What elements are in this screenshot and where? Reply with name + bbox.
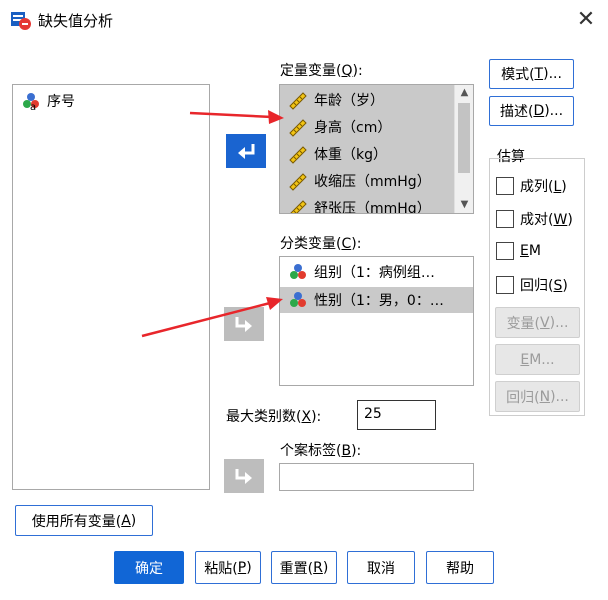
move-to-quant-button[interactable] bbox=[226, 134, 266, 168]
quant-vars-label: 定量变量(Q): bbox=[280, 63, 363, 79]
right-arrow-icon bbox=[235, 317, 252, 332]
move-to-case-labels-button[interactable] bbox=[224, 459, 264, 493]
source-variable-list[interactable]: a 序号 bbox=[12, 84, 210, 490]
max-categories-value: 25 bbox=[364, 406, 382, 422]
descriptives-button[interactable]: 描述(D)... bbox=[489, 96, 574, 126]
list-item[interactable]: 年龄（岁） bbox=[280, 87, 454, 113]
scroll-thumb[interactable] bbox=[458, 103, 470, 173]
paste-button[interactable]: 粘贴(P) bbox=[195, 551, 261, 584]
quant-variable-list[interactable]: 年龄（岁） 身高（cm） 体重（kg） 收缩压（mmHg） 舒张压（mmHg） … bbox=[279, 84, 474, 214]
scale-ruler-icon bbox=[289, 119, 307, 137]
reset-button[interactable]: 重置(R) bbox=[271, 551, 337, 584]
window-title: 缺失值分析 bbox=[38, 12, 114, 30]
help-button[interactable]: 帮助 bbox=[426, 551, 494, 584]
max-categories-label: 最大类别数(X): bbox=[226, 409, 322, 425]
em-checkbox[interactable] bbox=[496, 242, 514, 260]
variable-label: 性别（1：男，0：… bbox=[314, 293, 444, 309]
regression-settings-button[interactable]: 回归(N)... bbox=[495, 381, 580, 412]
regression-label: 回归(S) bbox=[520, 278, 568, 294]
variable-label: 身高（cm） bbox=[314, 120, 392, 136]
scroll-up-icon[interactable]: ▲ bbox=[455, 85, 473, 101]
patterns-button[interactable]: 模式(T)... bbox=[489, 59, 574, 89]
scale-ruler-icon bbox=[289, 173, 307, 191]
variable-label: 舒张压（mmHg） bbox=[314, 201, 431, 214]
right-arrow-icon bbox=[235, 469, 252, 484]
variable-label: 体重（kg） bbox=[314, 147, 387, 163]
listwise-checkbox[interactable] bbox=[496, 177, 514, 195]
nominal-variable-icon bbox=[290, 264, 306, 279]
list-item[interactable]: 组别（1：病例组… bbox=[280, 259, 473, 285]
categorical-variable-list[interactable]: 组别（1：病例组… 性别（1：男，0：… bbox=[279, 256, 474, 386]
ok-button[interactable]: 确定 bbox=[114, 551, 184, 584]
variable-label: 组别（1：病例组… bbox=[314, 265, 435, 281]
list-item[interactable]: 身高（cm） bbox=[280, 114, 454, 140]
scale-ruler-icon bbox=[289, 146, 307, 164]
max-categories-input[interactable]: 25 bbox=[357, 400, 436, 430]
pairwise-label: 成对(W) bbox=[520, 212, 573, 228]
em-option[interactable]: EM bbox=[496, 242, 541, 260]
case-labels-field[interactable] bbox=[279, 463, 474, 491]
pairwise-option[interactable]: 成对(W) bbox=[496, 209, 573, 229]
scale-ruler-icon bbox=[289, 92, 307, 110]
list-item[interactable]: 舒张压（mmHg） bbox=[280, 195, 454, 214]
em-label: EM bbox=[520, 243, 541, 259]
svg-text:a: a bbox=[30, 102, 36, 111]
nominal-variable-icon: a bbox=[23, 93, 39, 111]
nominal-variable-icon bbox=[290, 292, 306, 307]
variable-label: 收缩压（mmHg） bbox=[314, 174, 431, 190]
move-to-categorical-button[interactable] bbox=[224, 307, 264, 341]
listwise-label: 成列(L) bbox=[520, 179, 567, 195]
left-arrow-icon bbox=[238, 144, 255, 159]
close-icon[interactable]: ✕ bbox=[572, 6, 600, 34]
title-bar: 缺失值分析 ✕ bbox=[0, 0, 608, 40]
regression-checkbox[interactable] bbox=[496, 276, 514, 294]
scale-ruler-icon bbox=[290, 200, 307, 213]
list-item-selected[interactable]: 性别（1：男，0：… bbox=[280, 287, 473, 313]
list-item[interactable]: 收缩压（mmHg） bbox=[280, 168, 454, 194]
list-item[interactable]: 体重（kg） bbox=[280, 141, 454, 167]
list-item[interactable]: a 序号 bbox=[13, 88, 209, 114]
scroll-down-icon[interactable]: ▼ bbox=[455, 197, 473, 213]
em-settings-button[interactable]: E M... bbox=[495, 344, 580, 375]
use-all-variables-button[interactable]: 使用所有变量(A) bbox=[15, 505, 153, 536]
listwise-option[interactable]: 成列(L) bbox=[496, 176, 567, 196]
variable-label: 序号 bbox=[47, 94, 75, 110]
cat-vars-label: 分类变量(C): bbox=[280, 236, 362, 252]
app-icon bbox=[11, 12, 31, 30]
cancel-button[interactable]: 取消 bbox=[347, 551, 415, 584]
variables-button[interactable]: 变量(V)... bbox=[495, 307, 580, 338]
quant-list-scrollbar[interactable]: ▲ ▼ bbox=[454, 85, 473, 213]
regression-option[interactable]: 回归(S) bbox=[496, 275, 568, 295]
variable-label: 年龄（岁） bbox=[314, 93, 384, 109]
case-labels-label: 个案标签(B): bbox=[280, 443, 362, 459]
pairwise-checkbox[interactable] bbox=[496, 210, 514, 228]
